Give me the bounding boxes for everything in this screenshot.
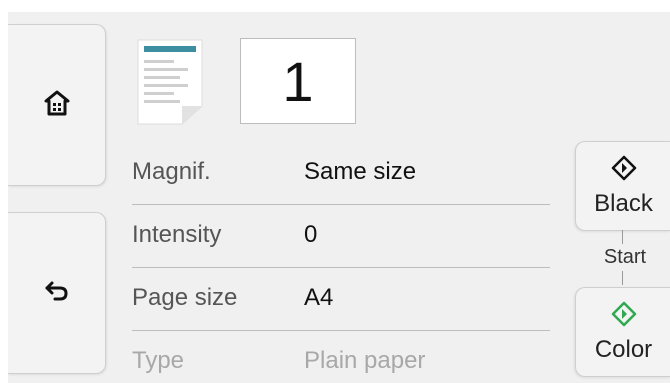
setting-row-page-size[interactable]: Page size A4 xyxy=(132,268,550,331)
copies-count: 1 xyxy=(282,49,314,113)
setting-row-magnification[interactable]: Magnif. Same size xyxy=(132,142,550,205)
setting-value: 0 xyxy=(304,221,318,248)
back-arrow-icon xyxy=(44,280,70,307)
setting-row-type[interactable]: Type Plain paper xyxy=(132,331,550,383)
black-start-button[interactable]: Black xyxy=(575,141,670,231)
setting-value: A4 xyxy=(304,284,334,311)
start-diamond-icon xyxy=(611,155,637,186)
home-button[interactable] xyxy=(8,24,106,186)
copies-count-field[interactable]: 1 xyxy=(240,38,356,124)
setting-value: Same size xyxy=(304,158,417,185)
start-connector-line xyxy=(622,271,623,285)
copy-settings-list: Magnif. Same size Intensity 0 Page size … xyxy=(132,142,550,383)
color-label: Color xyxy=(594,335,653,363)
setting-value: Plain paper xyxy=(304,347,426,374)
setting-label: Page size xyxy=(132,284,238,311)
back-button[interactable] xyxy=(8,212,106,374)
setting-label: Magnif. xyxy=(132,158,211,185)
document-preview-icon xyxy=(136,38,204,126)
start-connector-line xyxy=(622,230,623,244)
copy-screen: 1 Magnif. Same size Intensity 0 Page siz… xyxy=(8,12,670,383)
setting-label: Intensity xyxy=(132,221,222,248)
home-icon xyxy=(44,90,70,121)
black-label: Black xyxy=(594,189,653,217)
start-diamond-icon xyxy=(611,301,637,332)
color-start-button[interactable]: Color xyxy=(575,287,670,377)
start-label: Start xyxy=(603,246,647,268)
setting-label: Type xyxy=(132,347,185,374)
setting-row-intensity[interactable]: Intensity 0 xyxy=(132,205,550,268)
